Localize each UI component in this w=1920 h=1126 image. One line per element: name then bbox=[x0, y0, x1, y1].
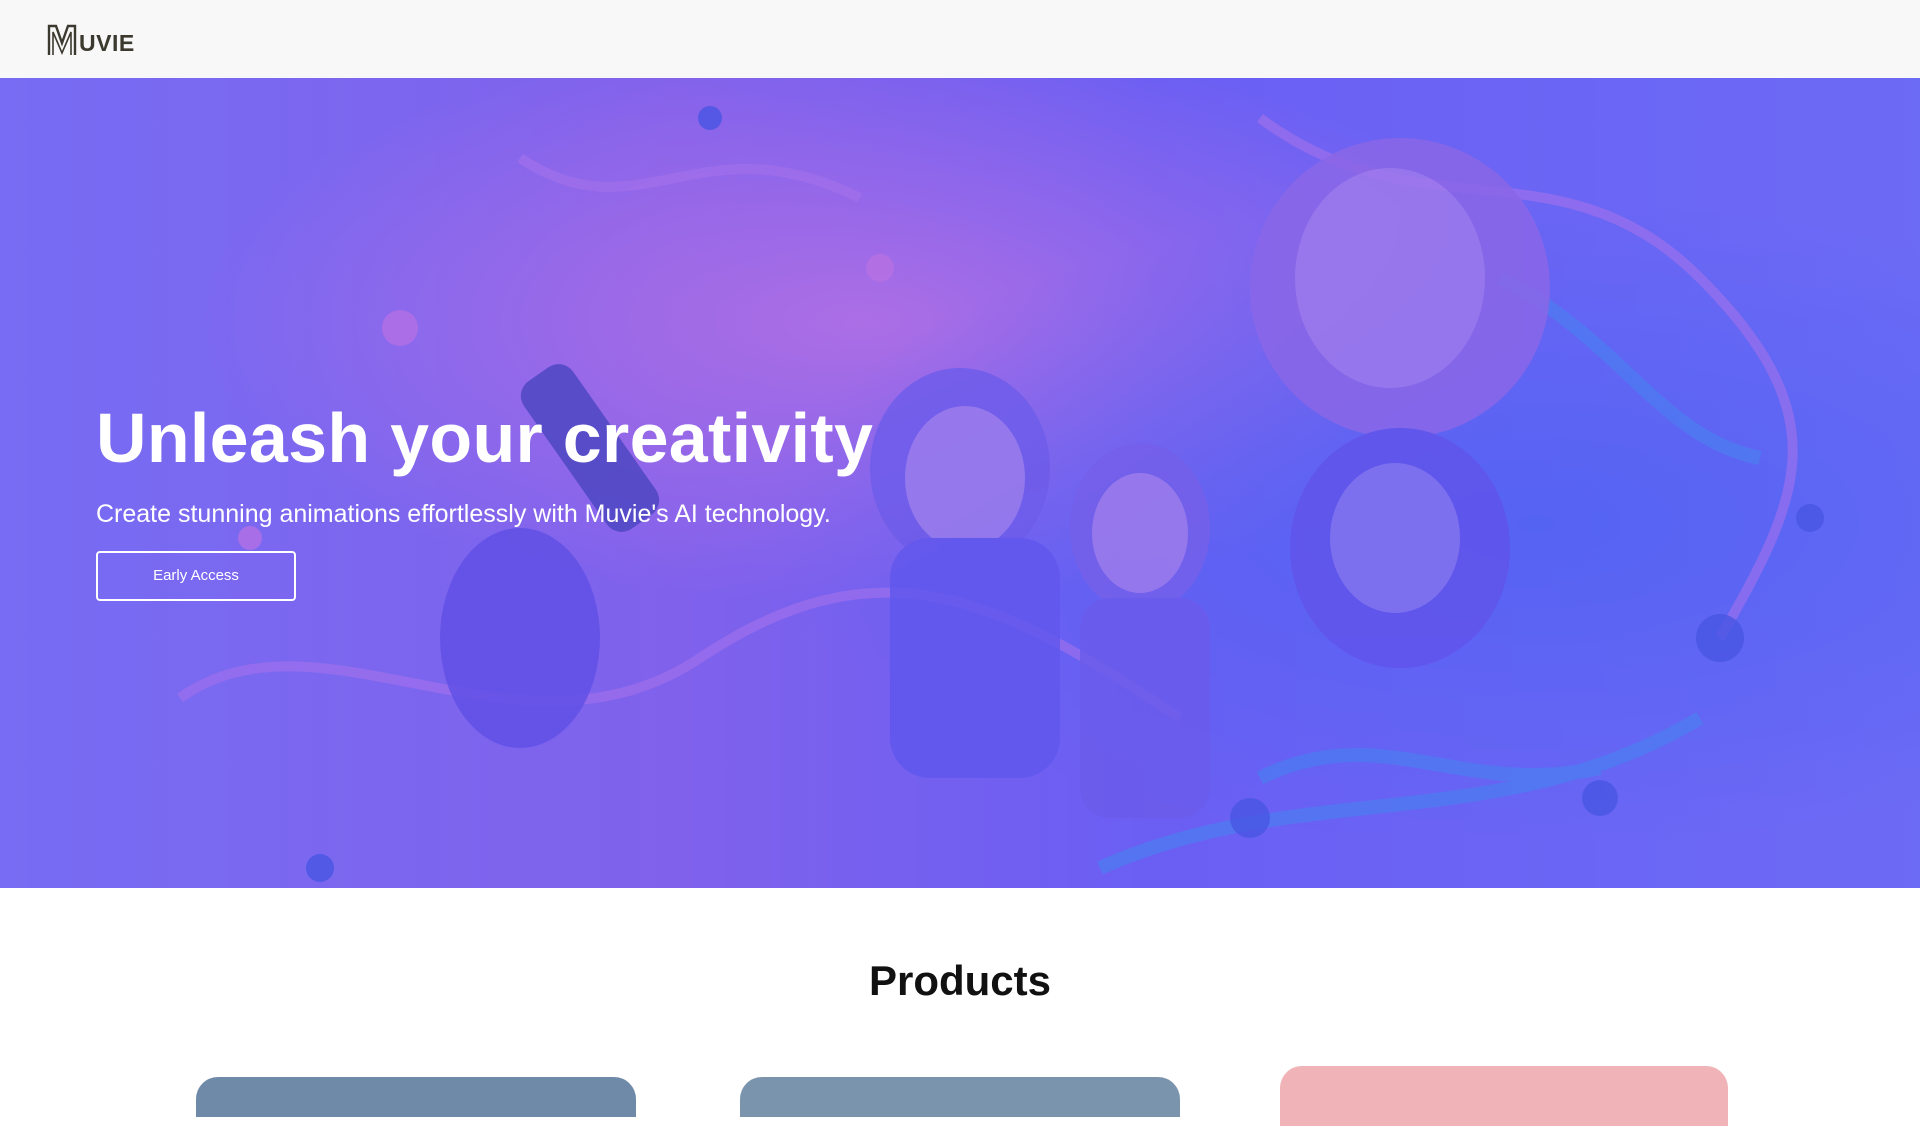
hero-section: Unleash your creativity Create stunning … bbox=[0, 78, 1920, 888]
hero-subtitle: Create stunning animations effortlessly … bbox=[96, 500, 831, 528]
product-card[interactable] bbox=[1280, 1066, 1728, 1126]
product-card[interactable] bbox=[740, 1077, 1180, 1117]
product-card[interactable] bbox=[196, 1077, 636, 1117]
muvie-logo[interactable]: UVIE bbox=[46, 21, 135, 57]
logo-text: UVIE bbox=[79, 30, 135, 56]
products-heading: Products bbox=[868, 957, 1052, 1004]
hero-content: Unleash your creativity Create stunning … bbox=[96, 403, 873, 601]
hero-title: Unleash your creativity bbox=[96, 399, 874, 477]
early-access-button[interactable]: Early Access bbox=[96, 550, 296, 601]
muvie-m-logo-icon bbox=[47, 24, 77, 56]
site-header: UVIE bbox=[0, 0, 1920, 78]
